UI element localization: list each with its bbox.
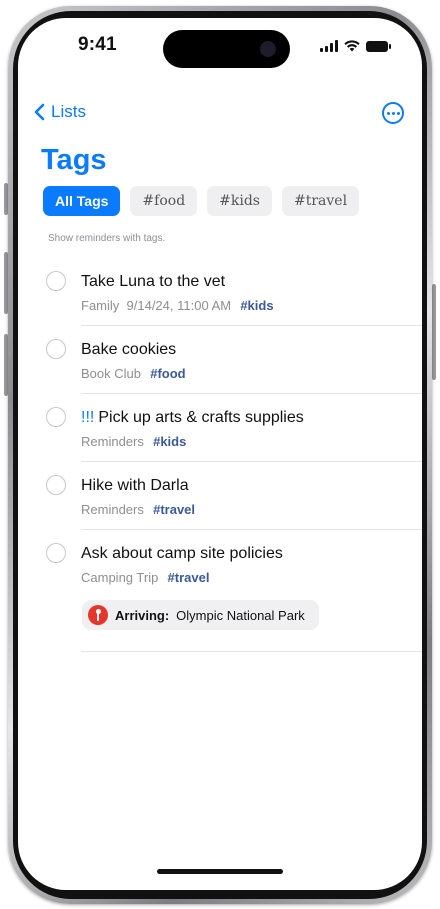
priority-marker: !!! — [81, 409, 95, 426]
status-time: 9:41 — [78, 34, 117, 55]
reminder-list-name: Reminders — [81, 502, 144, 517]
reminder-tag[interactable]: #kids — [153, 434, 186, 449]
cellular-signal-icon — [320, 40, 338, 52]
reminder-tag[interactable]: #travel — [153, 502, 195, 517]
reminder-list-name: Camping Trip — [81, 570, 159, 585]
list-item[interactable]: Take Luna to the vet Family 9/14/24, 11:… — [18, 258, 422, 326]
list-item[interactable]: Ask about camp site policies Camping Tri… — [18, 530, 422, 670]
reminder-tag[interactable]: #kids — [240, 298, 273, 313]
reminder-meta: Reminders #travel — [81, 502, 195, 517]
page-title: Tags — [41, 144, 107, 176]
dynamic-island — [163, 30, 290, 68]
reminder-tag[interactable]: #food — [150, 366, 185, 381]
complete-checkbox[interactable] — [46, 475, 66, 495]
reminder-title: Hike with Darla — [81, 477, 189, 494]
complete-checkbox[interactable] — [46, 271, 66, 291]
chip-all-tags[interactable]: All Tags — [43, 186, 121, 216]
side-button — [432, 284, 436, 380]
reminder-title: Ask about camp site policies — [81, 545, 283, 562]
tag-filter-hint: Show reminders with tags. — [48, 233, 166, 244]
reminder-date: 9/14/24, 11:00 AM — [126, 298, 232, 313]
reminder-list-name: Book Club — [81, 366, 141, 381]
reminder-list-name: Reminders — [81, 434, 144, 449]
battery-icon — [366, 41, 391, 52]
screen: 9:41 Lists Tags All Tags #food #kids #tr… — [18, 18, 422, 890]
complete-checkbox[interactable] — [46, 543, 66, 563]
complete-checkbox[interactable] — [46, 339, 66, 359]
location-pin-icon — [88, 605, 108, 625]
list-item[interactable]: Bake cookies Book Club #food — [18, 326, 422, 394]
list-item[interactable]: !!! Pick up arts & crafts supplies Remind… — [18, 394, 422, 462]
reminder-list-name: Family — [81, 298, 120, 313]
chip-travel[interactable]: #travel — [282, 186, 360, 216]
location-alert-pill[interactable]: Arriving: Olympic National Park — [82, 600, 319, 630]
status-icons — [320, 38, 391, 52]
location-trigger-label: Arriving: — [115, 607, 170, 623]
row-separator — [81, 651, 422, 652]
list-item[interactable]: Hike with Darla Reminders #travel — [18, 462, 422, 530]
more-options-icon[interactable] — [382, 102, 404, 124]
complete-checkbox[interactable] — [46, 407, 66, 427]
reminder-title: !!! Pick up arts & crafts supplies — [81, 409, 304, 426]
chip-food[interactable]: #food — [130, 186, 198, 216]
reminder-meta: Reminders #kids — [81, 434, 186, 449]
back-button[interactable]: Lists — [34, 102, 86, 122]
location-place: Olympic National Park — [176, 607, 305, 623]
tag-filter-bar: All Tags #food #kids #travel — [43, 186, 360, 216]
reminder-list: Take Luna to the vet Family 9/14/24, 11:… — [18, 258, 422, 670]
reminder-meta: Camping Trip #travel — [81, 570, 209, 585]
reminder-meta: Book Club #food — [81, 366, 186, 381]
home-indicator — [157, 869, 283, 874]
back-label: Lists — [51, 102, 86, 121]
chevron-left-icon — [34, 103, 45, 121]
wifi-icon — [344, 40, 360, 52]
reminder-title: Take Luna to the vet — [81, 273, 226, 290]
reminder-tag[interactable]: #travel — [168, 570, 210, 585]
chip-kids[interactable]: #kids — [207, 186, 272, 216]
reminder-title: Bake cookies — [81, 341, 177, 358]
reminder-meta: Family 9/14/24, 11:00 AM #kids — [81, 298, 274, 313]
